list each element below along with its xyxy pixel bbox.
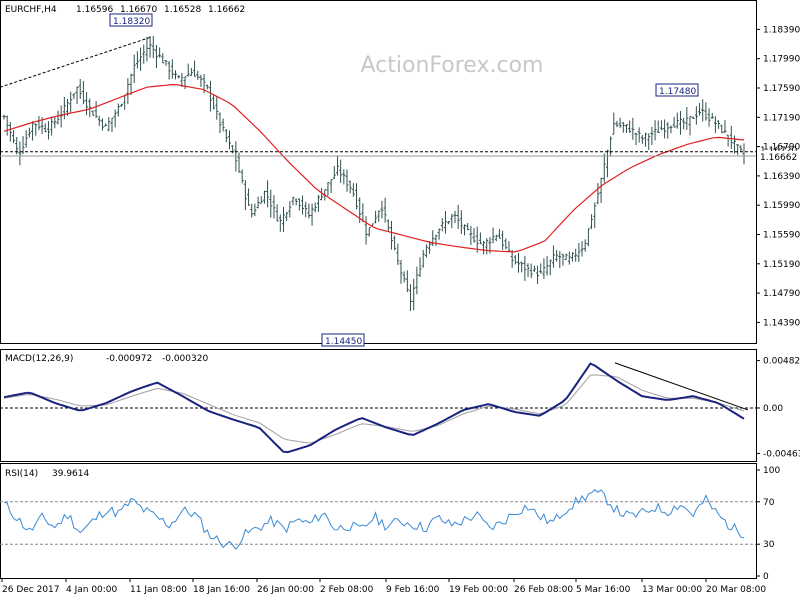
x-tick-label: 11 Jan 08:00 [130,585,187,595]
macd-title: MACD(12,26,9) [5,354,73,364]
price-y-tick-label: 1.14790 [763,289,800,299]
svg-text:1.17480: 1.17480 [659,87,696,97]
annotation-high-mar: 1.17480 [655,83,699,97]
x-tick-label: 26 Feb 08:00 [514,585,573,595]
annotation-high-jan: 1.18320 [109,13,153,27]
svg-text:1.14450: 1.14450 [325,337,362,347]
svg-text:1.16662: 1.16662 [760,153,797,163]
svg-text:1.18320: 1.18320 [113,17,150,27]
price-header-value-open: 1.16596 [76,5,113,15]
price-y-tick-label: 1.15990 [763,201,800,211]
macd-header-value-main: -0.000972 [106,354,152,364]
price-y-tick-label: 1.18390 [763,25,800,35]
chart-stage: ActionForex.com EURCHF,H4 1.16596 1.1667… [0,0,800,600]
rsi-panel-frame [0,463,757,579]
price-y-tick-label: 1.14390 [763,318,800,328]
rsi-y-tick-label: 100 [763,466,780,476]
chart-canvas: ActionForex.com EURCHF,H4 1.16596 1.1667… [0,0,800,595]
rsi-y-tick-label: 0 [763,572,769,582]
watermark-text: ActionForex.com [361,53,544,78]
price-panel-frame [0,0,757,344]
price-y-tick-label: 1.15190 [763,260,800,270]
x-tick-label: 2 Feb 08:00 [320,585,374,595]
x-tick-label: 4 Jan 00:00 [66,585,118,595]
price-label-close: 1.16662 [758,151,800,163]
price-y-tick-label: 1.17190 [763,113,800,123]
x-tick-label: 13 Mar 00:00 [642,585,702,595]
rsi-title: RSI(14) [5,469,38,479]
price-y-tick-label: 1.16390 [763,172,800,182]
macd-y-tick-label: 0.004827 [763,357,800,367]
x-tick-label: 20 Mar 08:00 [706,585,766,595]
rsi-y-tick-label: 30 [763,540,775,550]
price-y-tick-label: 1.17590 [763,84,800,94]
price-header-value-close: 1.16662 [208,5,245,15]
x-tick-label: 18 Jan 16:00 [193,585,250,595]
x-tick-label: 5 Mar 16:00 [576,585,631,595]
price-y-tick-label: 1.17990 [763,55,800,65]
macd-header-value-signal: -0.000320 [162,354,208,364]
rsi-y-tick-label: 70 [763,498,775,508]
price-y-tick-label: 1.16790 [763,143,800,153]
rsi-header-value: 39.9614 [52,469,89,479]
macd-y-tick-label: 0.00 [763,404,783,414]
x-tick-label: 26 Dec 2017 [2,585,60,595]
x-tick-label: 19 Feb 00:00 [449,585,508,595]
price-header-value-low: 1.16528 [164,5,201,15]
macd-panel-frame [0,349,757,462]
macd-y-tick-label: -0.004632 [763,449,800,459]
price-y-tick-label: 1.15590 [763,231,800,241]
annotation-low-feb: 1.14450 [321,333,365,347]
x-tick-label: 26 Jan 00:00 [257,585,314,595]
x-tick-label: 9 Feb 16:00 [386,585,440,595]
price-chart-title: EURCHF,H4 [5,5,57,15]
